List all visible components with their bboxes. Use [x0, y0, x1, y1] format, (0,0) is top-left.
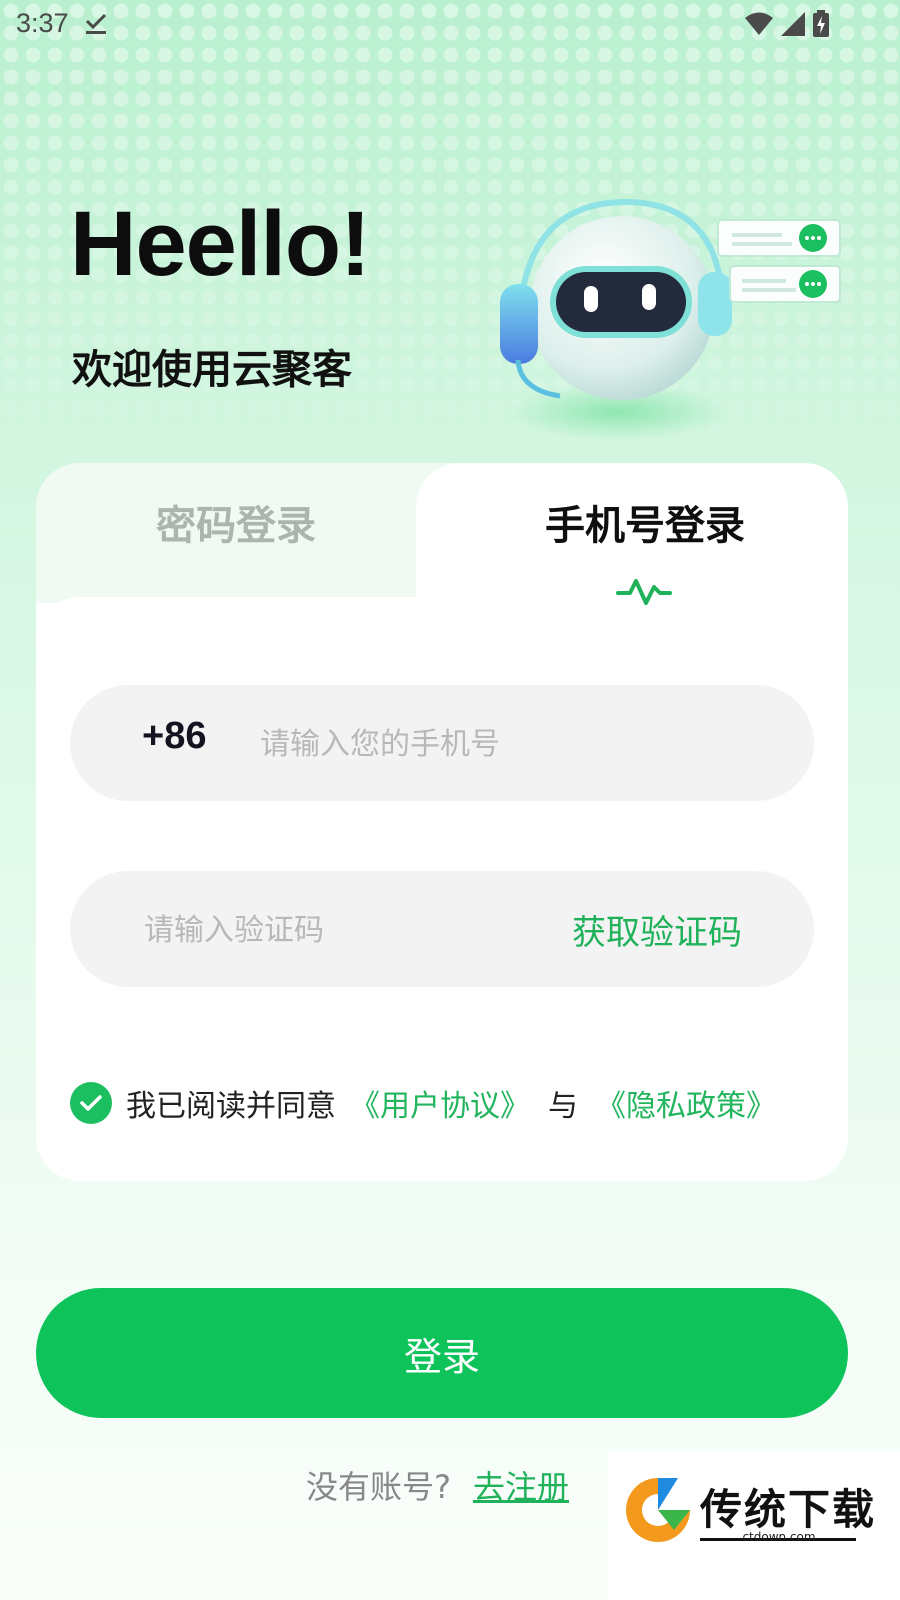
watermark-logo-icon: [626, 1478, 690, 1542]
battery-charging-icon: [813, 10, 829, 37]
register-prompt: 没有账号?: [306, 1468, 451, 1506]
login-card: 密码登录 手机号登录 +86 获取验证码 我已阅读并同意 《用户协议》 与 《隐…: [36, 463, 848, 1181]
wifi-icon: [745, 12, 773, 35]
phone-field: +86: [70, 685, 814, 801]
user-agreement-link[interactable]: 《用户协议》: [350, 1081, 530, 1125]
watermark: 传统下载 ctdown.com: [608, 1452, 900, 1600]
phone-input[interactable]: [258, 719, 762, 769]
country-code[interactable]: +86: [142, 715, 206, 758]
download-done-icon: [85, 13, 107, 34]
robot-mascot-illustration: [500, 198, 841, 440]
verification-code-field: 获取验证码: [70, 871, 814, 987]
get-code-button[interactable]: 获取验证码: [572, 905, 742, 954]
welcome-subtitle: 欢迎使用云聚客: [72, 347, 352, 393]
register-link[interactable]: 去注册: [473, 1462, 569, 1508]
agreement-prefix: 我已阅读并同意: [126, 1089, 336, 1124]
agreement-row: 我已阅读并同意 《用户协议》 与 《隐私政策》: [70, 1079, 776, 1127]
privacy-policy-link[interactable]: 《隐私政策》: [596, 1081, 776, 1125]
check-icon: [80, 1095, 102, 1111]
watermark-domain: ctdown.com: [742, 1530, 816, 1544]
tab-phone-login[interactable]: 手机号登录: [448, 493, 842, 551]
signal-icon: [781, 12, 805, 36]
greeting-title: Heello!: [70, 193, 371, 295]
agreement-checkbox[interactable]: [70, 1082, 112, 1124]
login-button[interactable]: 登录: [36, 1288, 848, 1418]
status-time: 3:37: [16, 8, 69, 38]
register-row: 没有账号? 去注册: [306, 1462, 569, 1508]
active-tab-indicator-icon: [616, 579, 672, 605]
status-icons: [744, 10, 830, 38]
status-bar: 3:37: [0, 0, 900, 50]
watermark-title: 传统下载: [700, 1485, 877, 1534]
agreement-and: 与: [548, 1089, 578, 1124]
verification-code-input[interactable]: [142, 905, 526, 955]
tab-password-login[interactable]: 密码登录: [36, 493, 436, 551]
